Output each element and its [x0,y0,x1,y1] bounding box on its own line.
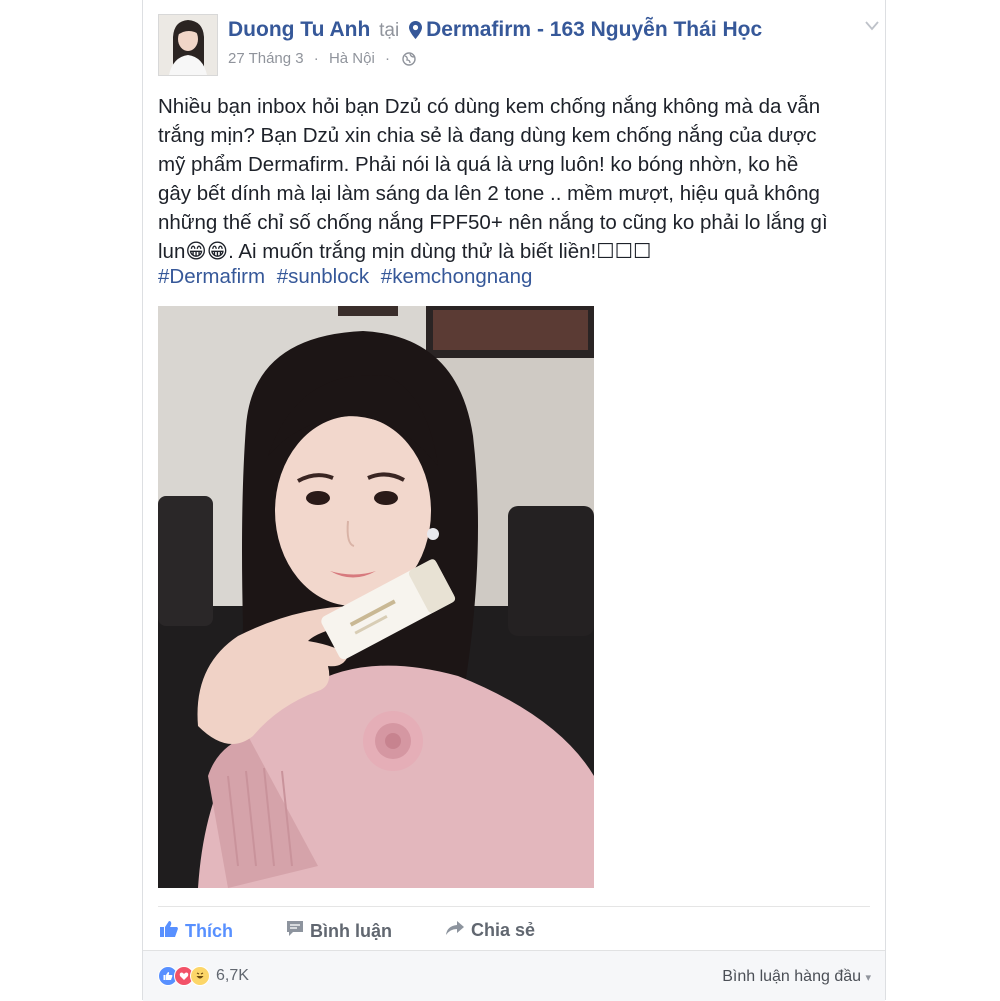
author-name[interactable]: Duong Tu Anh [228,18,370,41]
post-text-line: mỹ phẩm Dermafirm. Phải nói là quá là ưn… [158,153,799,176]
post-city[interactable]: Hà Nội [329,50,375,67]
like-button[interactable]: Thích [159,920,233,943]
reaction-count: 6,7K [216,967,249,984]
location-pin-icon [409,20,423,46]
chevron-down-icon: ▾ [865,972,871,984]
author-avatar[interactable] [158,14,218,76]
post-text-line: những thế chỉ số chống nắng FPF50+ nên n… [158,211,828,234]
chevron-down-icon[interactable] [865,18,879,36]
hashtag-link[interactable]: #kemchongnang [381,265,533,288]
post-card: Duong Tu Anh tại Dermafirm - 163 Nguyễn … [142,0,886,1001]
comment-label: Bình luận [310,920,392,941]
hashtag-link[interactable]: #Dermafirm [158,265,265,288]
post-text: Nhiều bạn inbox hỏi bạn Dzủ có dùng kem … [158,92,876,266]
haha-reaction-icon [190,966,210,986]
share-label: Chia sẻ [471,920,536,940]
meta-separator: · [385,50,390,67]
top-comments-label: Bình luận hàng đầu [722,968,862,985]
at-label: tại [379,20,400,41]
post-header-line: Duong Tu Anh tại Dermafirm - 163 Nguyễn … [228,17,762,46]
hashtags: #Dermafirm #sunblock #kemchongnang [158,262,538,291]
reactions-summary[interactable]: 6,7K [158,966,249,986]
location-link[interactable]: Dermafirm - 163 Nguyễn Thái Học [426,18,762,41]
actions-divider [158,906,870,907]
top-comments-dropdown[interactable]: Bình luận hàng đầu ▾ [722,968,871,986]
post-date[interactable]: 27 Tháng 3 [228,50,304,67]
share-arrow-icon [445,920,465,941]
share-button[interactable]: Chia sẻ [445,920,535,941]
like-label: Thích [185,921,233,941]
post-photo[interactable] [158,306,594,888]
comment-button[interactable]: Bình luận [286,920,392,942]
globe-icon[interactable] [402,52,416,70]
post-text-line: Nhiều bạn inbox hỏi bạn Dzủ có dùng kem … [158,95,821,118]
hashtag-link[interactable]: #sunblock [277,265,369,288]
post-text-line: trắng mịn? Bạn Dzủ xin chia sẻ là đang d… [158,124,817,147]
post-text-line: gây bết dính mà lại làm sáng da lên 2 to… [158,182,820,205]
comment-icon [286,920,304,942]
meta-separator: · [313,50,319,67]
thumbs-up-icon [159,920,179,943]
post-meta: 27 Tháng 3 · Hà Nội · [228,50,416,70]
